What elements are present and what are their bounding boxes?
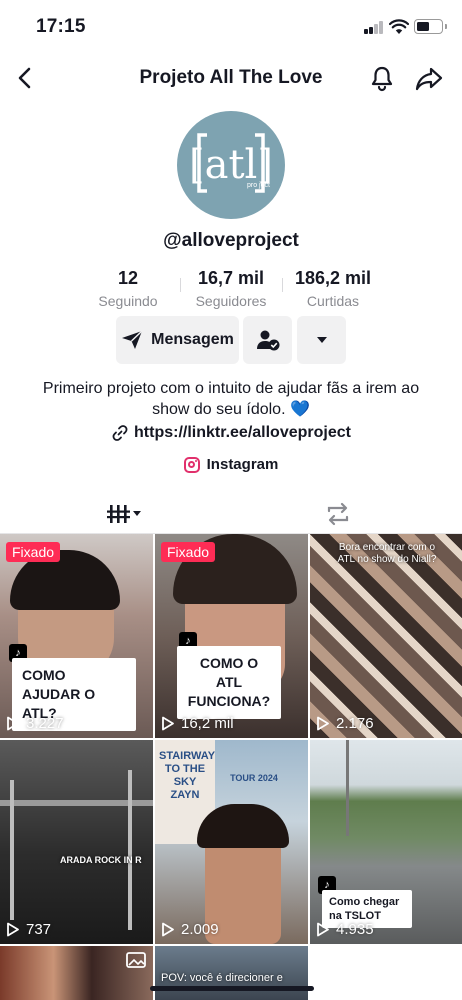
- video-thumbnail-pole: [10, 780, 14, 920]
- video-overlay-text: ARADA ROCK IN R: [60, 855, 142, 865]
- video-tile[interactable]: Bora encontrar com o ATL no show do Nial…: [310, 534, 462, 738]
- video-tile[interactable]: Fixado ♪ COMO O ATL FUNCIONA? 16,2 mil: [155, 534, 308, 738]
- stat-divider: [282, 278, 283, 292]
- bio-link[interactable]: https://linktr.ee/alloveproject: [0, 424, 462, 442]
- avatar-logo-subtext: pro ject: [247, 182, 270, 189]
- video-overlay-subtext: TOUR 2024: [230, 773, 278, 783]
- view-count: 4.935: [316, 921, 374, 938]
- avatar[interactable]: [atl] pro ject: [177, 111, 285, 219]
- play-icon: [7, 716, 19, 731]
- video-thumbnail-lamp-post: [346, 740, 349, 836]
- video-tile[interactable]: Fixado ♪ COMO AJUDAR O ATL? 3.227: [0, 534, 153, 738]
- status-bar: 17:15: [0, 0, 462, 52]
- send-icon: [122, 330, 143, 349]
- pinned-badge: Fixado: [161, 542, 216, 562]
- video-tile[interactable]: STAIRWAY TO THE SKY ZAYN TOUR 2024 2.009: [155, 740, 308, 944]
- wifi-icon: [389, 19, 409, 34]
- cellular-signal-icon: [364, 21, 384, 34]
- stat-likes-label: Curtidas: [306, 293, 360, 309]
- message-button-label: Mensagem: [151, 331, 234, 348]
- stat-following[interactable]: 12 Seguindo: [88, 268, 168, 309]
- instagram-label: Instagram: [206, 456, 279, 473]
- tab-videos-grid-icon[interactable]: [98, 498, 152, 530]
- home-indicator: [150, 986, 314, 991]
- photo-icon: [126, 952, 146, 968]
- more-options-button[interactable]: [297, 316, 346, 364]
- video-tile[interactable]: ARADA ROCK IN R 737: [0, 740, 153, 944]
- bell-icon[interactable]: [368, 64, 396, 92]
- view-count-value: 737: [26, 921, 52, 938]
- video-tile[interactable]: [0, 946, 153, 1000]
- view-count: 737: [6, 921, 51, 938]
- caret-down-icon: [316, 337, 327, 343]
- view-count: 2.176: [316, 715, 374, 732]
- stat-following-value: 12: [117, 268, 139, 288]
- stat-likes-value: 186,2 mil: [294, 268, 372, 288]
- friends-button[interactable]: [243, 316, 292, 364]
- tab-reposts-icon[interactable]: [322, 498, 354, 530]
- view-count: 3.227: [6, 715, 64, 732]
- pinned-badge: Fixado: [6, 542, 61, 562]
- play-icon: [317, 716, 329, 731]
- video-overlay-text: Bora encontrar com o ATL no show do Nial…: [337, 542, 437, 565]
- video-tile[interactable]: ♪ Como chegar na TSLOT 4.935: [310, 740, 462, 944]
- bio-text: Primeiro projeto com o intuito de ajudar…: [42, 380, 420, 418]
- view-count-value: 16,2 mil: [181, 715, 234, 732]
- play-icon: [317, 922, 329, 937]
- video-caption: COMO O ATL FUNCIONA?: [177, 646, 281, 719]
- bio-link-text: https://linktr.ee/alloveproject: [134, 424, 351, 441]
- user-check-icon: [256, 330, 279, 351]
- view-count-value: 2.176: [336, 715, 374, 732]
- stat-following-label: Seguindo: [98, 293, 158, 309]
- battery-icon: [414, 19, 447, 34]
- view-count-value: 3.227: [26, 715, 64, 732]
- video-tile[interactable]: POV: você é direcioner e: [155, 946, 308, 1000]
- play-icon: [162, 922, 174, 937]
- stat-followers-value: 16,7 mil: [197, 268, 265, 288]
- instagram-link[interactable]: Instagram: [0, 456, 462, 473]
- link-icon: [112, 425, 128, 441]
- view-count-value: 2.009: [181, 921, 219, 938]
- video-overlay-text: STAIRWAY TO THE SKY ZAYN: [159, 750, 216, 801]
- status-time: 17:15: [36, 16, 86, 37]
- stat-followers[interactable]: 16,7 mil Seguidores: [186, 268, 276, 309]
- stat-likes[interactable]: 186,2 mil Curtidas: [286, 268, 380, 309]
- instagram-icon: [183, 456, 200, 473]
- view-count: 16,2 mil: [161, 715, 234, 732]
- play-icon: [162, 716, 174, 731]
- profile-tabs: [0, 494, 462, 534]
- stat-followers-label: Seguidores: [195, 293, 267, 309]
- stat-divider: [180, 278, 181, 292]
- top-nav: Projeto All The Love: [0, 56, 462, 100]
- video-thumbnail-pole: [128, 770, 132, 930]
- share-arrow-icon[interactable]: [414, 64, 444, 92]
- view-count: 2.009: [161, 921, 219, 938]
- view-count-value: 4.935: [336, 921, 374, 938]
- username: @alloveproject: [163, 230, 299, 251]
- play-icon: [7, 922, 19, 937]
- message-button[interactable]: Mensagem: [116, 316, 239, 364]
- video-overlay-text: POV: você é direcioner e: [161, 972, 283, 984]
